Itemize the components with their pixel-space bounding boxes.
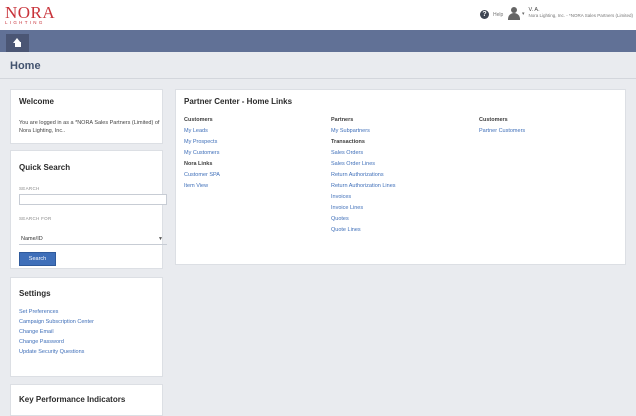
partner-customers-link[interactable]: Partner Customers [479, 126, 525, 137]
nora-links-heading: Nora Links [184, 161, 213, 167]
kpi-title: Key Performance Indicators [19, 395, 126, 404]
my-customers-link[interactable]: My Customers [184, 148, 220, 159]
set-preferences-link[interactable]: Set Preferences [19, 307, 94, 317]
home-links-title: Partner Center - Home Links [184, 97, 293, 106]
chevron-down-icon: ▾ [522, 11, 525, 17]
customers-heading-2: Customers [479, 117, 508, 123]
customer-spa-link[interactable]: Customer SPA [184, 170, 220, 181]
links-column-customers: Customers My Leads My Prospects My Custo… [184, 115, 220, 192]
sales-order-lines-link[interactable]: Sales Order Lines [331, 159, 396, 170]
links-column-partner-customers: Customers Partner Customers [479, 115, 525, 137]
transactions-heading: Transactions [331, 139, 365, 145]
home-links-panel: Partner Center - Home Links Customers My… [175, 89, 626, 265]
nora-lighting-logo[interactable]: NORA LIGHTING [5, 3, 56, 26]
user-icon [508, 7, 520, 20]
quotes-link[interactable]: Quotes [331, 214, 396, 225]
user-role: Nora Lighting, Inc. - *NORA Sales Partne… [528, 13, 634, 18]
chevron-down-icon: ▼ [158, 236, 163, 242]
quick-search-panel: Quick Search SEARCH SEARCH FOR Name/ID ▼… [10, 150, 167, 269]
search-button[interactable]: Search [19, 252, 56, 266]
update-security-questions-link[interactable]: Update Security Questions [19, 347, 94, 357]
home-button[interactable] [6, 34, 29, 52]
search-for-value: Name/ID [21, 236, 43, 242]
help-icon: ? [480, 10, 489, 19]
help-label: Help [493, 11, 504, 18]
quick-search-title: Quick Search [19, 163, 71, 172]
my-prospects-link[interactable]: My Prospects [184, 137, 220, 148]
change-password-link[interactable]: Change Password [19, 337, 94, 347]
page-title: Home [10, 60, 41, 72]
sales-orders-link[interactable]: Sales Orders [331, 148, 396, 159]
settings-title: Settings [19, 289, 51, 298]
links-column-partners: Partners My Subpartners Transactions Sal… [331, 115, 396, 236]
campaign-subscription-link[interactable]: Campaign Subscription Center [19, 317, 94, 327]
settings-panel: Settings Set Preferences Campaign Subscr… [10, 277, 163, 377]
user-info: V. A. Nora Lighting, Inc. - *NORA Sales … [529, 7, 634, 19]
welcome-panel: Welcome You are logged in as a *NORA Sal… [10, 89, 163, 144]
nav-bar [0, 30, 636, 52]
change-email-link[interactable]: Change Email [19, 327, 94, 337]
search-for-select[interactable]: Name/ID ▼ [19, 234, 167, 245]
my-leads-link[interactable]: My Leads [184, 126, 220, 137]
search-label: SEARCH [19, 186, 40, 191]
divider [0, 78, 636, 79]
help-link[interactable]: ? Help [480, 10, 503, 19]
return-authorizations-link[interactable]: Return Authorizations [331, 170, 396, 181]
invoices-link[interactable]: Invoices [331, 192, 396, 203]
logo-name: NORA [5, 3, 56, 22]
customers-heading: Customers [184, 117, 213, 123]
welcome-title: Welcome [19, 97, 54, 106]
invoice-lines-link[interactable]: Invoice Lines [331, 203, 396, 214]
user-menu[interactable]: ▾ V. A. Nora Lighting, Inc. - *NORA Sale… [508, 7, 633, 20]
welcome-text: You are logged in as a *NORA Sales Partn… [19, 120, 160, 134]
partners-heading: Partners [331, 117, 354, 123]
kpi-panel: Key Performance Indicators [10, 384, 163, 416]
settings-links: Set Preferences Campaign Subscription Ce… [19, 307, 94, 357]
quote-lines-link[interactable]: Quote Lines [331, 225, 396, 236]
item-view-link[interactable]: Item View [184, 181, 220, 192]
top-header: NORA LIGHTING ? Help ▾ V. A. Nora Lighti… [0, 0, 636, 30]
my-subpartners-link[interactable]: My Subpartners [331, 126, 396, 137]
home-icon [13, 38, 22, 48]
search-for-label: SEARCH FOR [19, 216, 52, 221]
search-input[interactable] [19, 194, 167, 205]
return-authorization-lines-link[interactable]: Return Authorization Lines [331, 181, 396, 192]
